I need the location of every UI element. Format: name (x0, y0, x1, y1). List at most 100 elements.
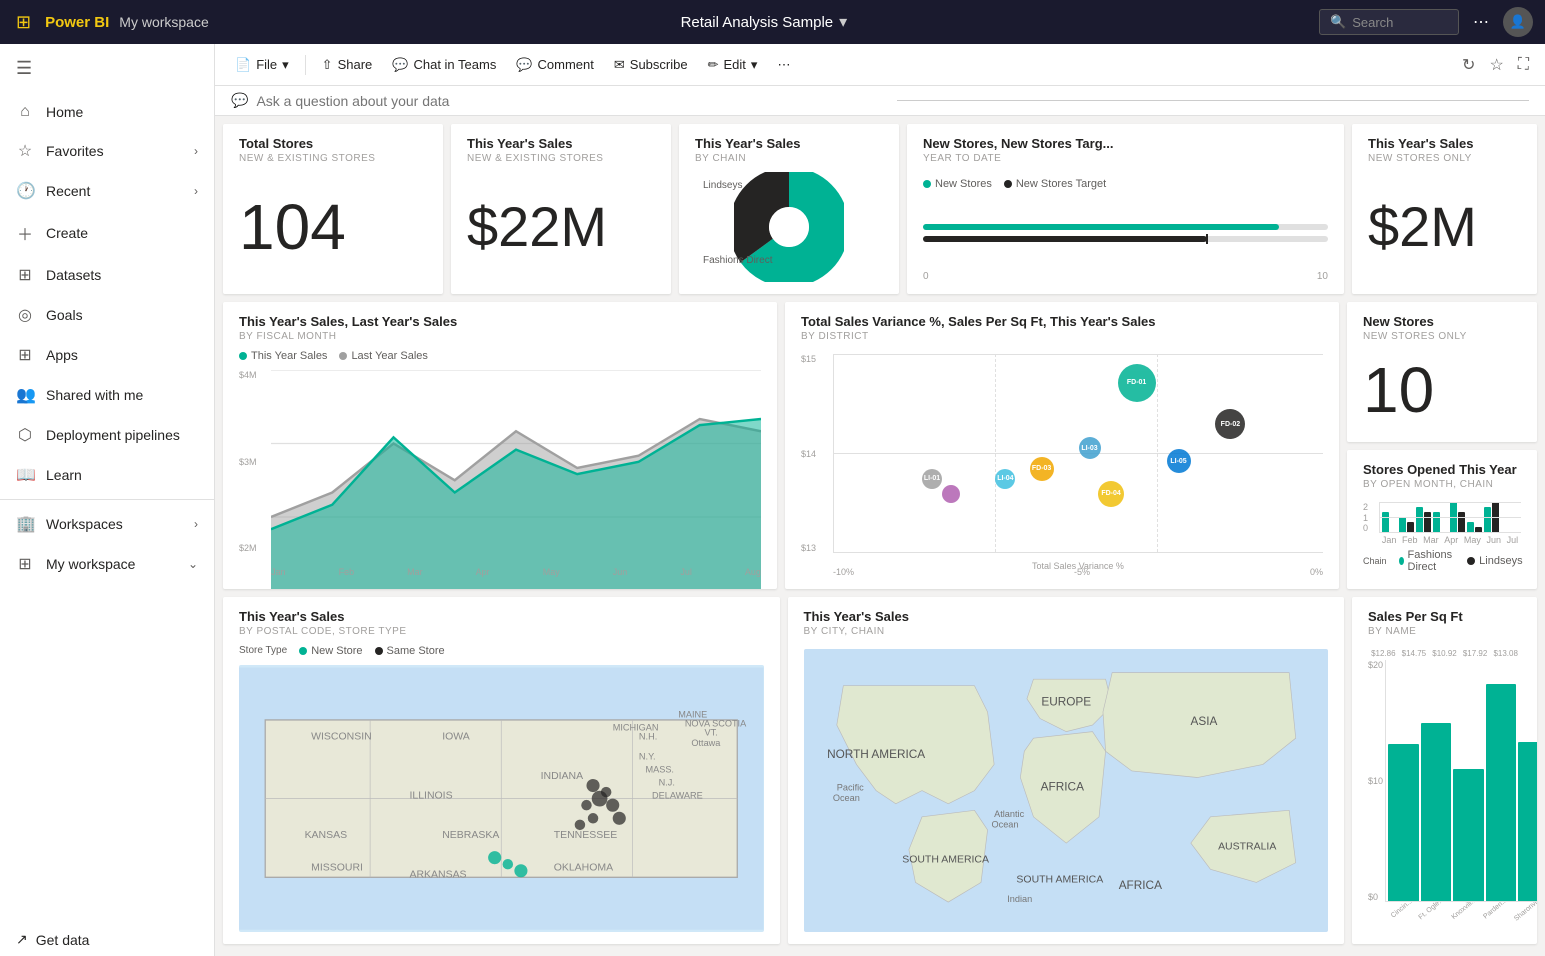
sidebar-item-goals[interactable]: ◎ Goals (0, 295, 214, 335)
chat-in-teams-button[interactable]: 💬 Chat in Teams (384, 53, 504, 77)
x-axis-label: Total Sales Variance % (833, 561, 1323, 571)
more-options-icon[interactable]: ⋯ (1469, 8, 1493, 36)
x-label-mar: Mar (407, 567, 423, 577)
bar-jun-fashions (1467, 522, 1474, 532)
toolbar-right: ↻ ☆ ⛶ (1458, 51, 1533, 79)
svg-text:Ottawa: Ottawa (691, 738, 721, 748)
sqft-val-4: $17.92 (1463, 649, 1487, 658)
tile-bubble-title: Total Sales Variance %, Sales Per Sq Ft,… (801, 314, 1323, 329)
row-1: Total Stores NEW & EXISTING STORES 104 T… (223, 124, 1537, 294)
my-workspace-icon: ⊞ (16, 554, 34, 574)
tile-sales-sqft: Sales Per Sq Ft BY NAME $12.86 $14.75 $1… (1352, 597, 1537, 944)
sidebar-item-workspaces[interactable]: 🏢 Workspaces › (0, 504, 214, 544)
so-legend: Chain Fashions Direct Lindseys (1363, 549, 1521, 573)
tile-total-stores-subtitle: NEW & EXISTING STORES (239, 153, 427, 164)
top-bar-left: ⊞ Power BI My workspace (12, 8, 209, 37)
sqft-bar-5 (1518, 742, 1537, 901)
more-button[interactable]: ⋯ (769, 53, 798, 77)
so-x-mar: Mar (1423, 535, 1439, 545)
x-label-jun: Jun (613, 567, 628, 577)
svg-text:SOUTH AMERICA: SOUTH AMERICA (902, 855, 989, 866)
legend-fashions: Fashions Direct (1399, 549, 1456, 573)
comment-button[interactable]: 💬 Comment (508, 53, 602, 77)
x-label-jul: Jul (680, 567, 692, 577)
legend-new-store: New Store (299, 645, 362, 657)
sidebar-item-create[interactable]: ＋ Create (0, 211, 214, 255)
legend-fashions-dot (1399, 557, 1404, 565)
hamburger-icon[interactable]: ☰ (12, 54, 36, 83)
legend-same-store-dot (375, 647, 383, 655)
bar-jan (1382, 512, 1397, 532)
bar-feb (1399, 517, 1414, 532)
sidebar-item-home[interactable]: ⌂ Home (0, 93, 214, 131)
sidebar-header: ☰ (0, 44, 214, 93)
bubble-fd02: FD-02 (1215, 409, 1245, 439)
chevron-right-icon-3: › (194, 517, 198, 531)
fullscreen-icon[interactable]: ⛶ (1514, 51, 1533, 79)
sidebar-item-datasets[interactable]: ⊞ Datasets (0, 255, 214, 295)
sidebar-item-shared[interactable]: 👥 Shared with me (0, 375, 214, 415)
bar-jun-lindseys (1475, 527, 1482, 532)
share-icon: ⇧ (322, 57, 333, 73)
so-x-jul: Jul (1507, 535, 1519, 545)
sidebar-label-home: Home (46, 104, 198, 120)
sqft-bar-2 (1421, 723, 1452, 902)
sqft-val-1: $12.86 (1371, 649, 1395, 658)
grid-icon[interactable]: ⊞ (12, 8, 35, 37)
legend-same-store: Same Store (375, 645, 445, 657)
world-map: NORTH AMERICA SOUTH AMERICA EUROPE AFRIC… (804, 649, 1329, 932)
bar-feb-lindseys (1407, 522, 1414, 532)
share-button[interactable]: ⇧ Share (314, 53, 381, 77)
bar-track-1 (923, 224, 1328, 230)
y-13: $13 (801, 543, 829, 553)
svg-text:SOUTH AMERICA: SOUTH AMERICA (1016, 874, 1103, 885)
sqft-y10: $10 (1368, 776, 1383, 786)
bar-feb-fashions (1399, 517, 1406, 532)
sidebar-label-get-data: Get data (36, 932, 90, 948)
world-map-svg: NORTH AMERICA SOUTH AMERICA EUROPE AFRIC… (804, 649, 1329, 932)
sidebar-label-learn: Learn (46, 467, 198, 483)
edit-button[interactable]: ✏ Edit ▾ (700, 53, 766, 77)
sqft-val-2: $14.75 (1402, 649, 1426, 658)
tile-stores-opened: Stores Opened This Year BY OPEN MONTH, C… (1347, 450, 1537, 589)
refresh-icon[interactable]: ↻ (1458, 51, 1479, 79)
sqft-y0: $0 (1368, 892, 1383, 902)
legend-dot-ly (339, 352, 347, 360)
legend-dot-new (923, 180, 931, 188)
sidebar-item-my-workspace[interactable]: ⊞ My workspace ⌄ (0, 544, 214, 584)
title-chevron-icon[interactable]: ▾ (839, 12, 847, 32)
svg-text:Ocean: Ocean (991, 819, 1018, 829)
bar-marker (1206, 234, 1208, 244)
qa-input[interactable] (256, 93, 888, 109)
tile-sales-area-chart: This Year's Sales, Last Year's Sales BY … (223, 302, 777, 589)
sidebar-label-goals: Goals (46, 307, 198, 323)
row-2: This Year's Sales, Last Year's Sales BY … (223, 302, 1537, 589)
sidebar-item-favorites[interactable]: ☆ Favorites › (0, 131, 214, 171)
tile-sales-chain-subtitle: BY CHAIN (695, 153, 883, 164)
tile-ns-value: 10 (1363, 350, 1521, 430)
learn-icon: 📖 (16, 465, 34, 485)
user-avatar[interactable]: 👤 (1503, 7, 1533, 37)
sidebar-item-apps[interactable]: ⊞ Apps (0, 335, 214, 375)
sidebar-item-get-data[interactable]: ↗ Get data (0, 923, 214, 956)
legend-same-store-label: Same Store (387, 645, 445, 657)
file-button[interactable]: 📄 File ▾ (227, 53, 297, 77)
sidebar-divider (0, 499, 214, 500)
bookmark-icon[interactable]: ☆ (1485, 51, 1507, 79)
search-label: Search (1352, 15, 1393, 30)
subscribe-button[interactable]: ✉ Subscribe (606, 53, 696, 77)
sidebar-item-learn[interactable]: 📖 Learn (0, 455, 214, 495)
tile-this-year-sales-value: $22M (467, 172, 655, 282)
svg-text:AFRICA: AFRICA (1040, 780, 1083, 794)
tile-map-city-subtitle: BY CITY, CHAIN (804, 626, 1329, 637)
sidebar-item-recent[interactable]: 🕐 Recent › (0, 171, 214, 211)
bubble-fd01: FD-01 (1118, 364, 1156, 402)
chain-label-lindseys: Lindseys (703, 180, 742, 191)
search-box[interactable]: 🔍 Search (1319, 9, 1459, 35)
sidebar-item-pipelines[interactable]: ⬡ Deployment pipelines (0, 415, 214, 455)
so-x-jun: Jun (1487, 535, 1502, 545)
legend-chain-label: Chain (1363, 549, 1387, 573)
tile-sales-by-chain: This Year's Sales BY CHAIN Lindseys Fash… (679, 124, 899, 294)
area-legend: This Year Sales Last Year Sales (239, 350, 761, 362)
x-label-apr: Apr (476, 567, 490, 577)
